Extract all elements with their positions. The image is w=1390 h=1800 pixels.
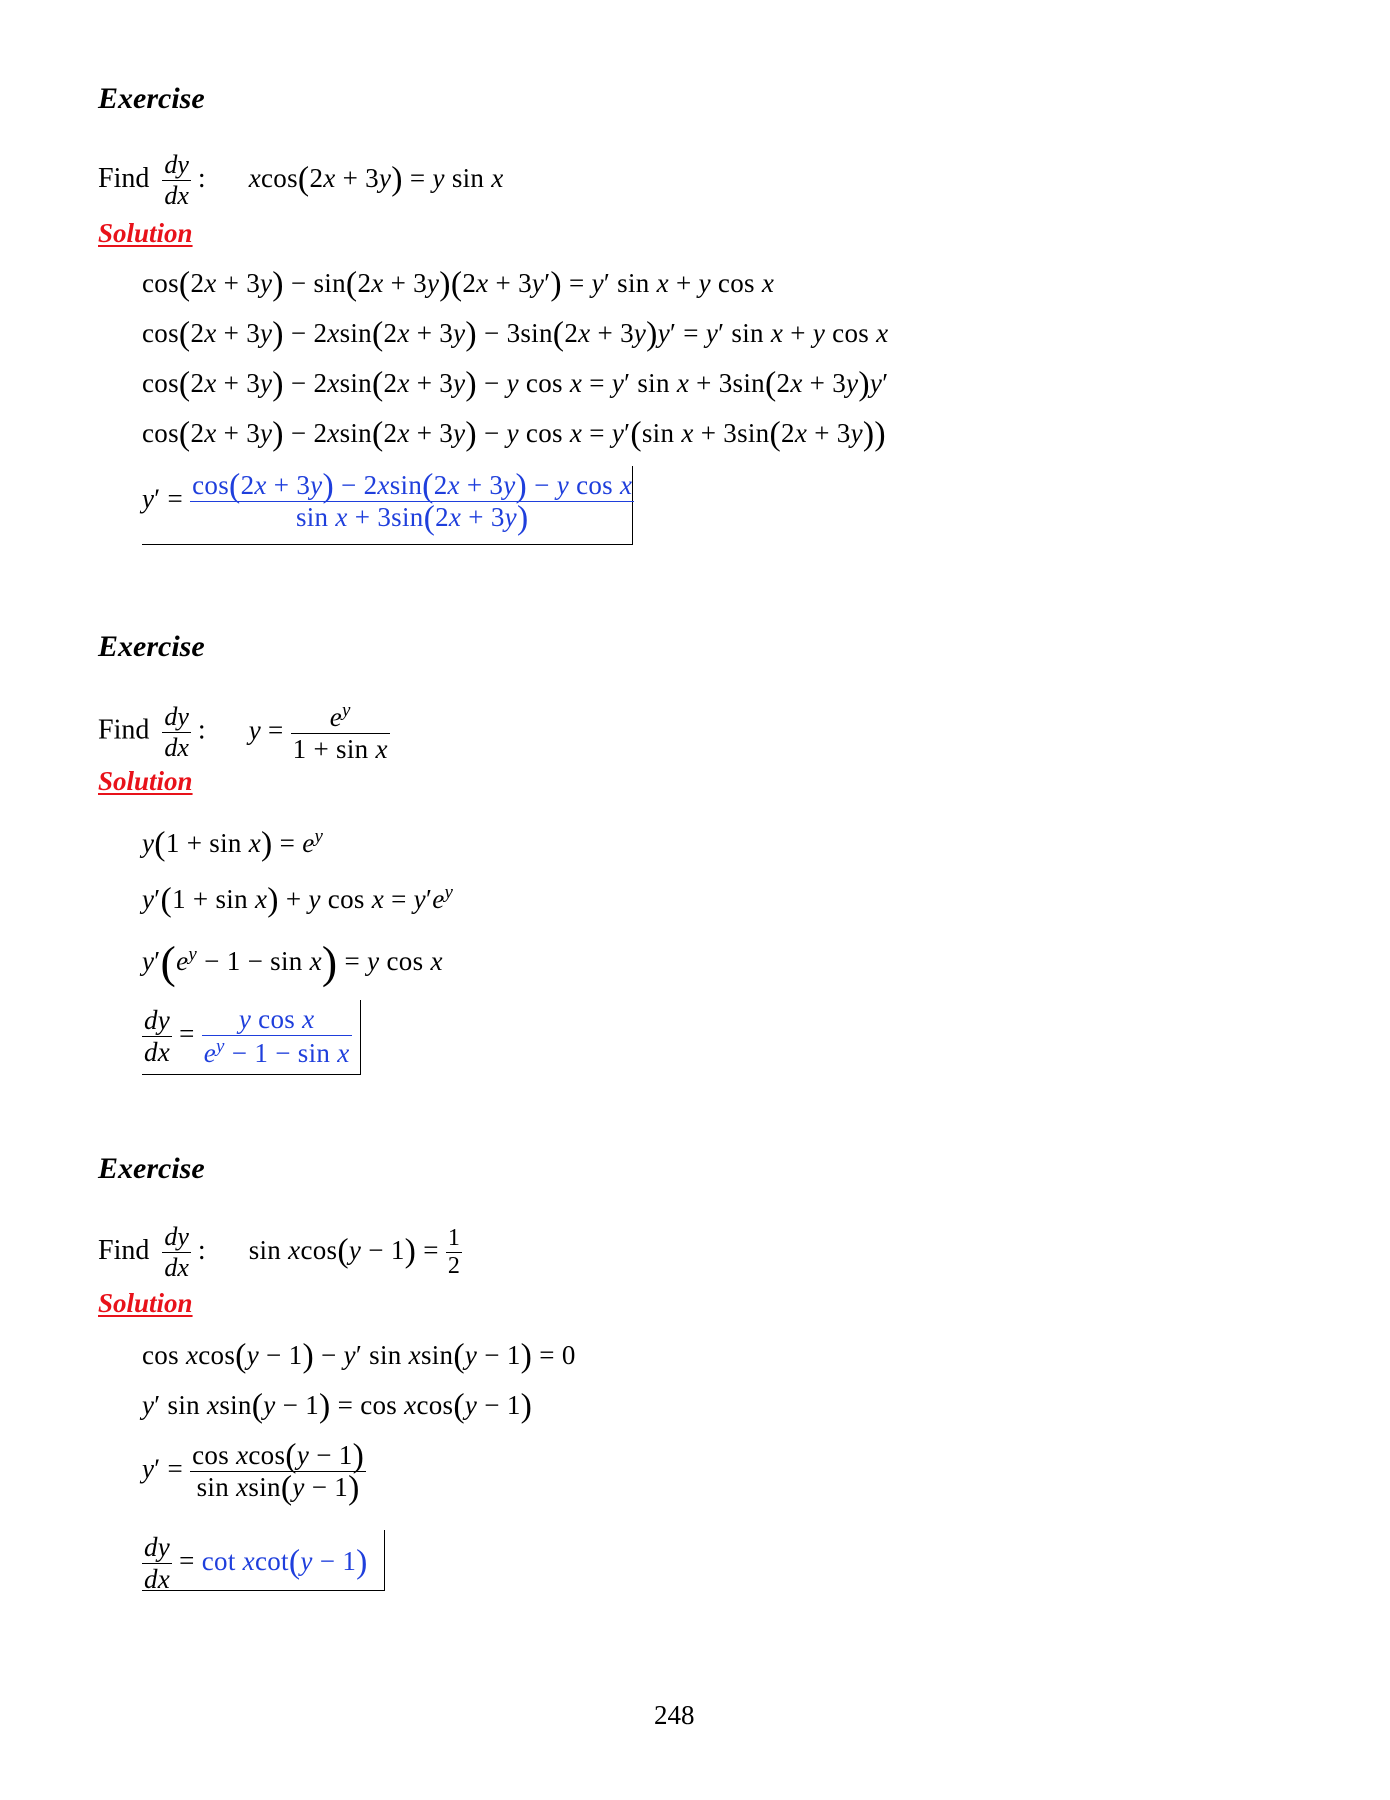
exercise-1-solution-label: Solution bbox=[98, 218, 193, 248]
ex1-step-1: cos(2x + 3y) − sin(2x + 3y)(2x + 3y′) = … bbox=[142, 265, 775, 303]
ex3-step-3: y′ = cos xcos(y − 1) sin xsin(y − 1) bbox=[142, 1437, 367, 1507]
ex2-step-2: y′(1 + sin x) + y cos x = y′ey bbox=[142, 881, 454, 919]
ex1-step-4: cos(2x + 3y) − 2xsin(2x + 3y) − y cos x … bbox=[142, 415, 886, 453]
ex3-step-1: cos xcos(y − 1) − y′ sin xsin(y − 1) = 0 bbox=[142, 1337, 576, 1375]
find-label: Find bbox=[98, 162, 150, 194]
exercise-1-problem: Find dy dx : xcos(2x + 3y) = y sin x bbox=[98, 150, 504, 210]
exercise-2-heading: Exercise bbox=[98, 630, 205, 663]
find-label: Find bbox=[98, 1234, 150, 1266]
ex1-step-2: cos(2x + 3y) − 2xsin(2x + 3y) − 3sin(2x … bbox=[142, 315, 889, 353]
page-number: 248 bbox=[654, 1700, 695, 1730]
exercise-3-solution-label: Solution bbox=[98, 1288, 193, 1318]
find-label: Find bbox=[98, 714, 150, 746]
exercise-3-problem: Find dy dx : sin xcos(y − 1) = 12 bbox=[98, 1222, 463, 1282]
exercise-1-heading: Exercise bbox=[98, 82, 205, 115]
ex2-step-1: y(1 + sin x) = ey bbox=[142, 825, 324, 863]
exercise-2-solution-label: Solution bbox=[98, 766, 193, 796]
ex3-answer: dy dx = cot xcot(y − 1) bbox=[142, 1532, 368, 1594]
ex2-answer: dy dx = y cos x ey − 1 − sin x bbox=[142, 1004, 352, 1068]
exercise-3-heading: Exercise bbox=[98, 1152, 205, 1185]
ex2-step-3: y′(ey − 1 − sin x) = y cos x bbox=[142, 936, 443, 988]
ex1-answer: y′ = cos(2x + 3y) − 2xsin(2x + 3y) − y c… bbox=[142, 467, 635, 537]
exercise-2-problem: Find dy dx : y = ey 1 + sin x bbox=[98, 700, 390, 764]
ex1-step-3: cos(2x + 3y) − 2xsin(2x + 3y) − y cos x … bbox=[142, 365, 889, 403]
ex3-step-2: y′ sin xsin(y − 1) = cos xcos(y − 1) bbox=[142, 1387, 533, 1425]
